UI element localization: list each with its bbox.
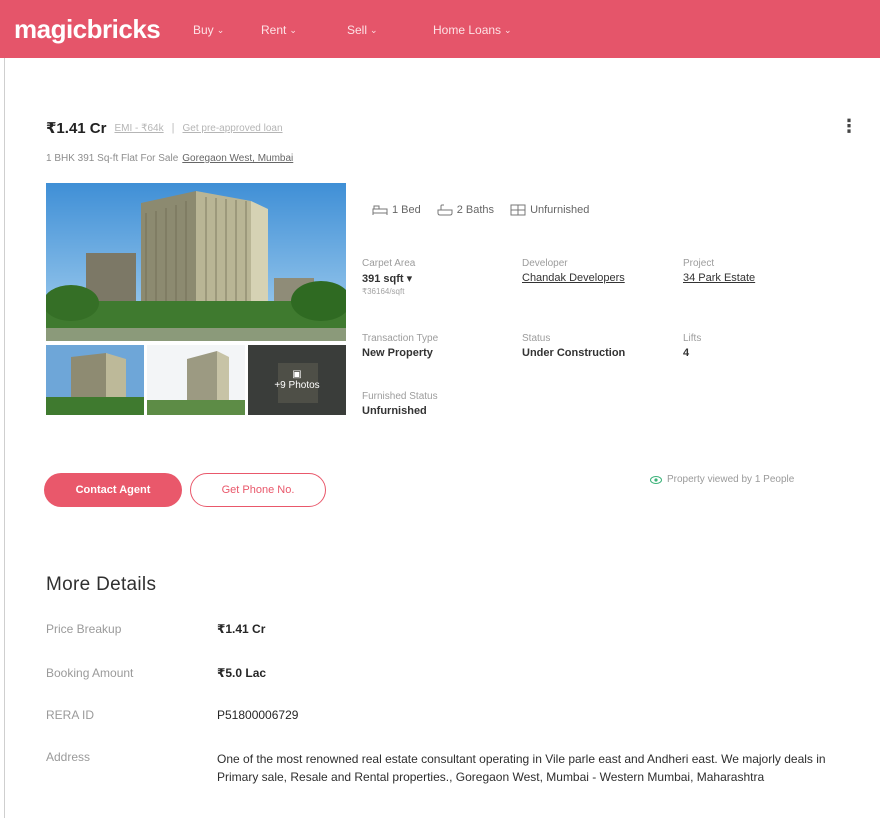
transaction-type-label: Transaction Type (362, 333, 439, 344)
nav-home-loans[interactable]: Home Loans ⌄ (433, 23, 512, 37)
emi-link[interactable]: EMI - ₹64k (114, 123, 163, 134)
bed-icon (372, 205, 388, 215)
project-label: Project (683, 258, 715, 269)
furnished-status-value: Unfurnished (362, 405, 427, 417)
price-breakup-value: ₹1.41 Cr (217, 622, 266, 636)
gallery-icon: ▣ (292, 369, 302, 380)
rera-id-value: P51800006729 (217, 708, 299, 722)
listing-price: ₹1.41 Cr (46, 120, 107, 137)
transaction-type-value: New Property (362, 347, 433, 359)
top-nav-bar: magicbricks Buy ⌄ Rent ⌄ Sell ⌄ Home Loans ⌄ (0, 0, 880, 58)
developer-link[interactable]: Chandak Developers (522, 272, 625, 284)
price-per-sqft: ₹36164/sqft (362, 287, 405, 296)
transaction-type-cell: Transaction Type New Property (362, 333, 438, 359)
thumbnail-1[interactable] (46, 345, 144, 415)
chevron-down-icon: ⌄ (289, 24, 297, 35)
status-value: Under Construction (522, 347, 626, 359)
chevron-down-icon: ▾ (406, 273, 413, 285)
carpet-area-number: 391 sqft (362, 273, 404, 285)
chevron-down-icon: ⌄ (216, 24, 225, 35)
amenity-bed: 1 Bed (372, 204, 421, 216)
lifts-value: 4 (683, 347, 690, 359)
lifts-label: Lifts (683, 333, 702, 344)
carpet-area-cell: Carpet Area 391 sqft ▾ ₹36164/sqft (362, 258, 415, 296)
chevron-down-icon: ⌄ (370, 24, 378, 35)
amenity-bath: 2 Baths (437, 204, 494, 216)
listing-subtitle: 1 BHK 391 Sq-ft Flat For Sale Goregaon We… (46, 153, 293, 164)
carpet-area-label: Carpet Area (362, 258, 416, 269)
get-phone-button[interactable]: Get Phone No. (190, 473, 326, 507)
carpet-area-value[interactable]: 391 sqft ▾ (362, 272, 415, 285)
address-label: Address (46, 750, 91, 764)
more-options-icon[interactable]: ⋮ (840, 116, 858, 137)
project-link[interactable]: 34 Park Estate (683, 272, 755, 284)
price-breakup-label: Price Breakup (46, 622, 122, 636)
address-value: One of the most renowned real estate con… (217, 752, 826, 784)
more-photos-overlay: ▣ +9 Photos (248, 345, 346, 415)
furnished-status-label: Furnished Status (362, 391, 438, 402)
nav-rent-label: Rent (261, 23, 287, 37)
nav-buy-label: Buy (193, 23, 214, 37)
amenity-furnishing: Unfurnished (510, 204, 589, 216)
property-viewed-info: Property viewed by 1 People (650, 474, 794, 485)
thumbnail-2[interactable] (147, 345, 245, 415)
chevron-down-icon: ⌄ (504, 24, 512, 35)
amenity-furnishing-label: Unfurnished (530, 204, 590, 216)
magicbricks-logo[interactable]: magicbricks (14, 14, 161, 45)
booking-amount-label: Booking Amount (46, 666, 134, 680)
separator: | (171, 122, 175, 134)
project-cell: Project 34 Park Estate (683, 258, 755, 284)
pre-approved-loan-link[interactable]: Get pre-approved loan (182, 123, 282, 134)
building-thumbnail (147, 345, 245, 415)
status-label: Status (522, 333, 551, 344)
nav-sell[interactable]: Sell ⌄ (347, 23, 378, 37)
furnishing-icon (510, 204, 526, 216)
building-thumbnail (46, 345, 144, 415)
nav-buy[interactable]: Buy ⌄ (193, 23, 224, 37)
lifts-cell: Lifts 4 (683, 333, 701, 359)
nav-sell-label: Sell (347, 23, 368, 37)
more-photos-label: +9 Photos (274, 380, 320, 391)
property-viewed-text: Property viewed by 1 People (667, 474, 795, 485)
price-line: ₹1.41 Cr EMI - ₹64k | Get pre-approved l… (46, 119, 283, 137)
amenity-bath-label: 2 Baths (456, 204, 495, 216)
developer-label: Developer (522, 258, 568, 269)
thumbnail-more-photos[interactable]: ▣ +9 Photos (248, 345, 346, 415)
nav-rent[interactable]: Rent ⌄ (261, 23, 297, 37)
nav-home-loans-label: Home Loans (433, 23, 502, 37)
status-cell: Status Under Construction (522, 333, 625, 359)
building-photo (46, 183, 346, 341)
contact-agent-button[interactable]: Contact Agent (44, 473, 182, 507)
main-property-photo[interactable] (46, 183, 346, 341)
rera-id-label: RERA ID (46, 708, 95, 722)
more-details-title: More Details (46, 574, 157, 595)
page-left-border (4, 58, 5, 818)
eye-icon (650, 475, 662, 484)
listing-type: 1 BHK 391 Sq-ft Flat For Sale (46, 153, 179, 164)
bath-icon (437, 204, 453, 216)
booking-amount-value: ₹5.0 Lac (217, 666, 267, 680)
amenities-row: 1 Bed 2 Baths Unfurnished (372, 204, 589, 216)
furnished-status-cell: Furnished Status Unfurnished (362, 391, 438, 417)
location-link[interactable]: Goregaon West, Mumbai (182, 153, 293, 164)
developer-cell: Developer Chandak Developers (522, 258, 625, 284)
amenity-bed-label: 1 Bed (392, 204, 421, 216)
